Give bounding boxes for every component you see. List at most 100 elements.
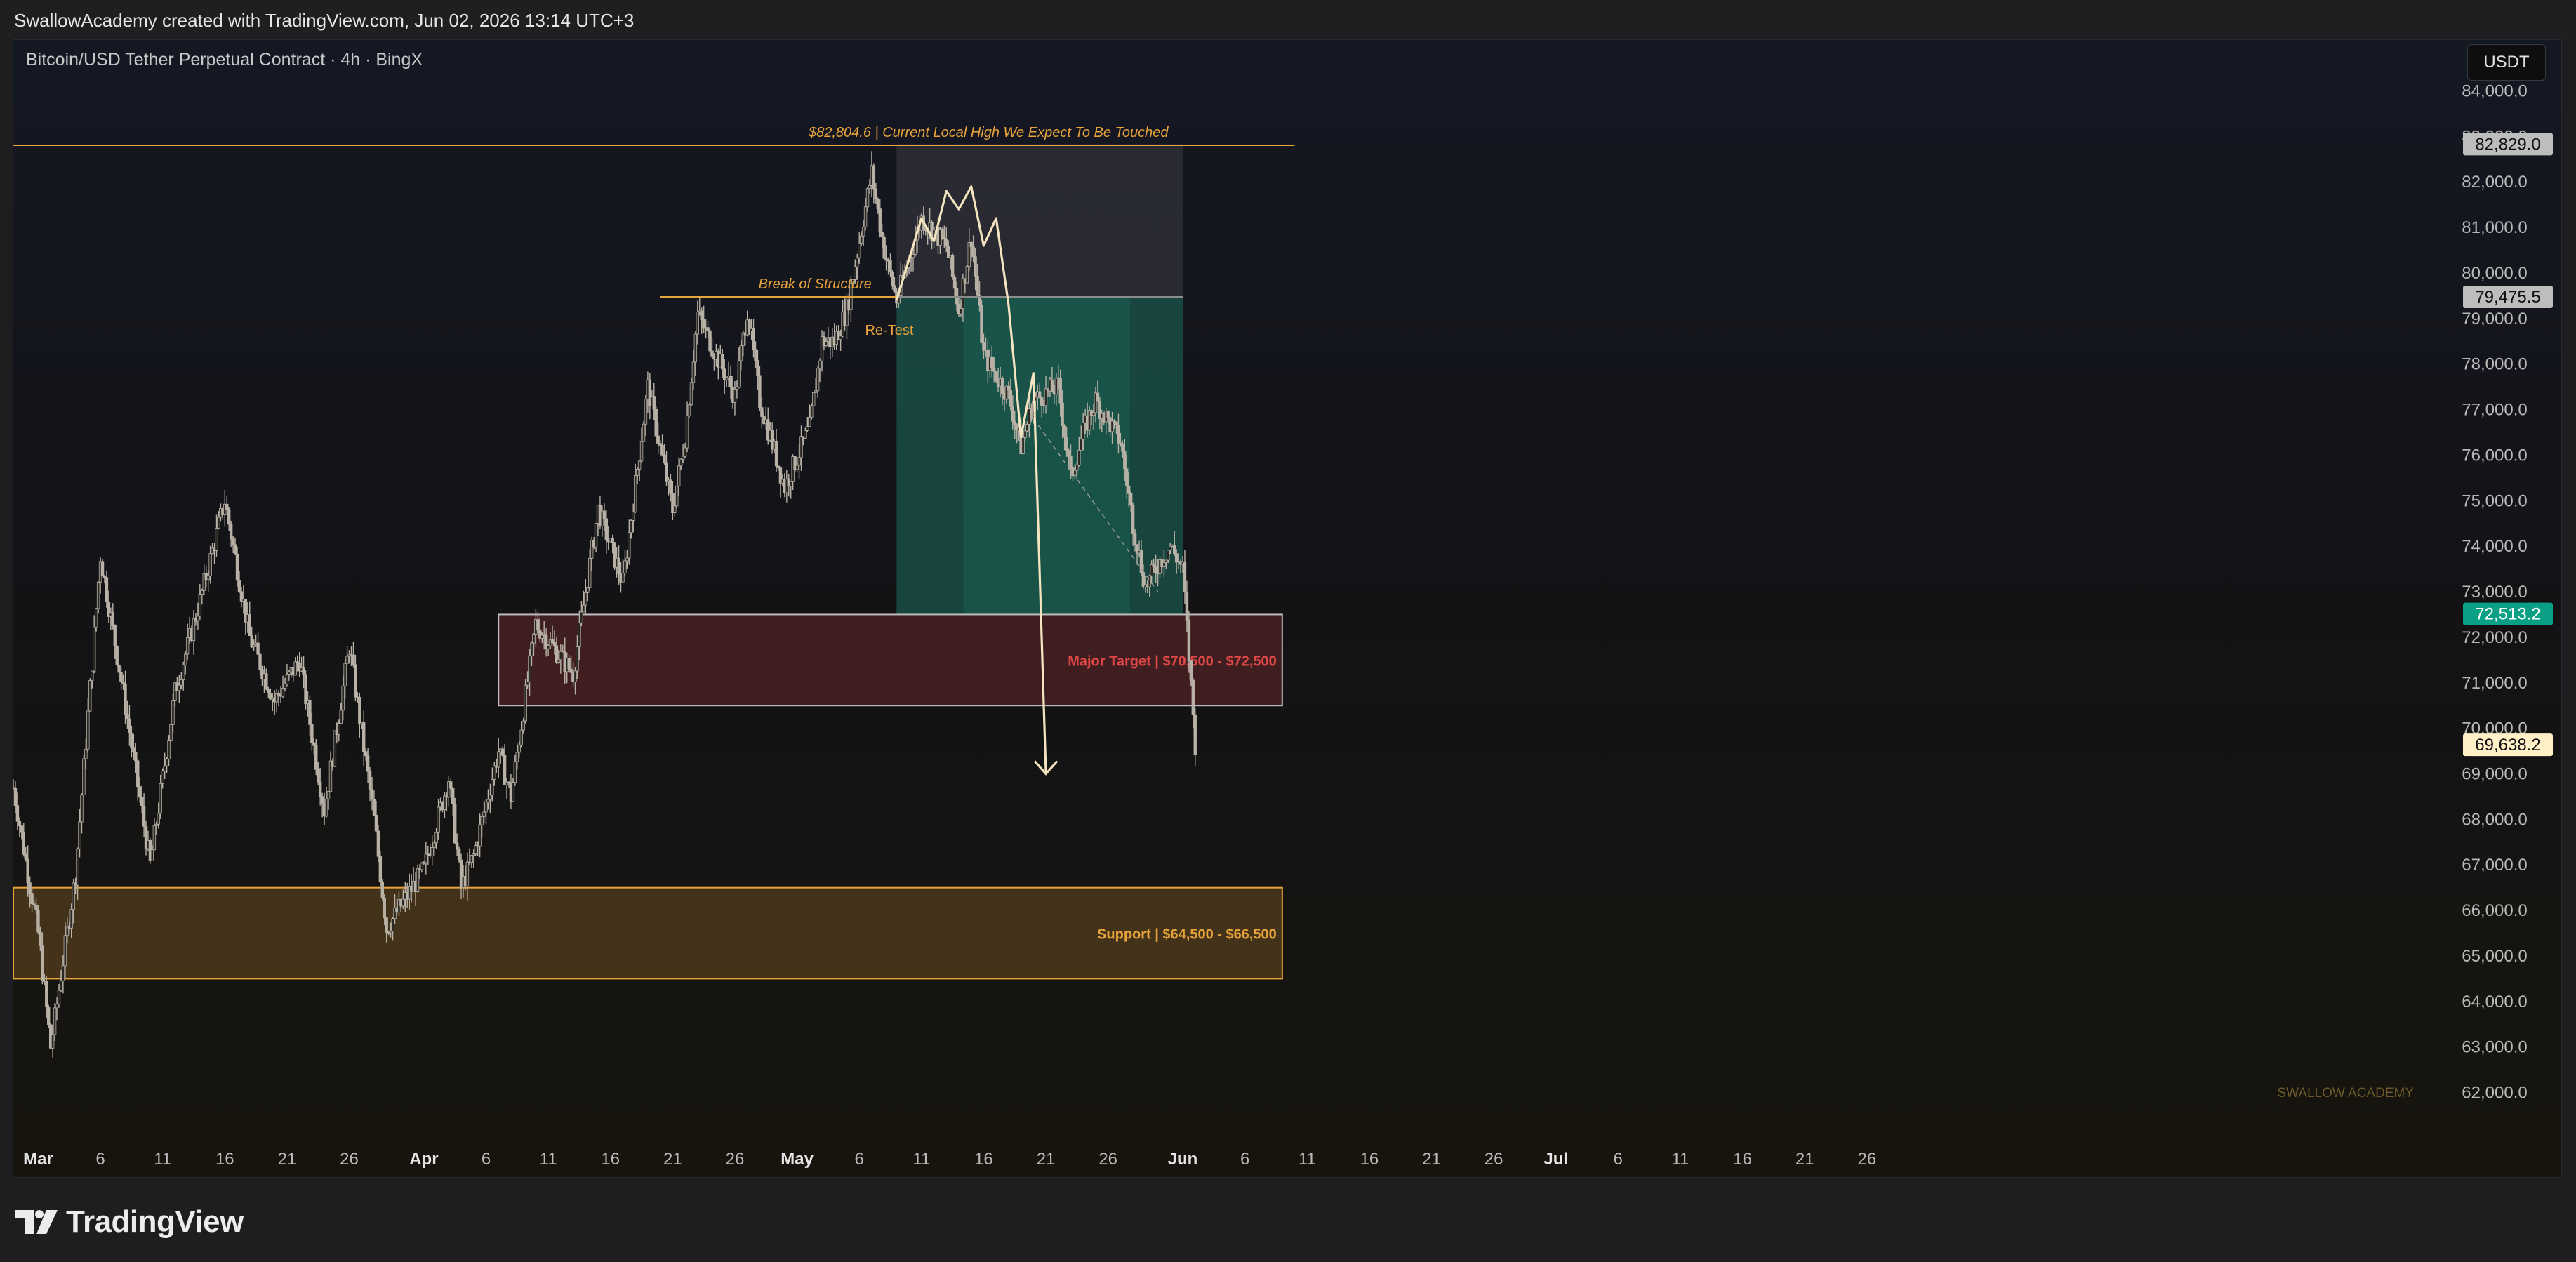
candle-body — [1110, 420, 1114, 432]
candle-body — [124, 683, 127, 715]
y-tick-label: 67,000.0 — [2462, 856, 2527, 875]
candle-body — [478, 824, 482, 847]
candle-body — [152, 825, 157, 851]
candle-body — [225, 503, 229, 510]
price-label-text: 69,638.2 — [2475, 736, 2540, 755]
y-tick-label: 62,000.0 — [2462, 1084, 2527, 1103]
candle-body — [142, 806, 146, 827]
candle-body — [36, 910, 40, 933]
candle-body — [15, 805, 20, 822]
candle-body — [1169, 545, 1172, 551]
candle-body — [824, 341, 828, 346]
candle-body — [1009, 390, 1013, 407]
candle-body — [795, 465, 799, 470]
candle-body — [180, 679, 183, 686]
candle-body — [884, 258, 888, 261]
candle-body — [858, 242, 861, 258]
candle-body — [310, 724, 314, 743]
candle-body — [182, 665, 185, 680]
currency-selector[interactable]: USDT — [2467, 44, 2546, 81]
x-tick-label: 16 — [1733, 1150, 1752, 1169]
candle-body — [13, 787, 18, 806]
candle-body — [18, 821, 22, 827]
candle-body — [248, 614, 251, 637]
candle-body — [552, 642, 557, 646]
candle-body — [86, 710, 90, 750]
candle-body — [861, 227, 865, 237]
candle-body — [20, 825, 24, 833]
y-tick-label: 84,000.0 — [2462, 81, 2527, 100]
candle-body — [685, 416, 689, 449]
candle-body — [891, 272, 894, 286]
support-zone[interactable] — [13, 886, 1283, 980]
candle-body — [669, 479, 672, 494]
candle-body — [358, 696, 361, 725]
symbol-title[interactable]: Bitcoin/USD Tether Perpetual Contract · … — [26, 50, 423, 70]
candle-body — [911, 254, 915, 258]
x-tick-label: 26 — [1098, 1150, 1117, 1169]
candle-body — [470, 855, 474, 863]
chart-panel[interactable]: Major Target | $70,500 - $72,500 Support … — [13, 39, 2562, 1178]
candle-body — [587, 557, 592, 588]
y-tick-label: 73,000.0 — [2462, 583, 2527, 602]
candle-body — [163, 765, 166, 771]
candle-body — [91, 670, 94, 682]
candle-body — [859, 235, 863, 244]
candle-body — [366, 755, 370, 772]
break-of-structure-label: Break of Structure — [759, 277, 872, 292]
candle-body — [874, 188, 878, 199]
candle-body — [424, 853, 428, 863]
candle-body — [1129, 493, 1133, 506]
candle-body — [51, 1034, 55, 1049]
candle-body — [343, 663, 347, 686]
candle-body — [1152, 564, 1155, 568]
candle-body — [69, 909, 73, 929]
candle-body — [159, 783, 162, 814]
candle-body — [1013, 420, 1016, 425]
y-tick-label: 77,000.0 — [2462, 401, 2527, 420]
candle-body — [806, 426, 809, 431]
candle-body — [185, 637, 190, 655]
x-tick-label: 26 — [726, 1150, 745, 1169]
candle-body — [455, 842, 459, 850]
y-tick-label: 64,000.0 — [2462, 992, 2527, 1011]
candle-body — [1174, 553, 1179, 563]
candle-body — [93, 627, 96, 672]
candle-body — [1154, 566, 1157, 573]
candle-body — [443, 795, 446, 811]
candle-body — [708, 330, 712, 352]
candle — [965, 265, 969, 284]
candle-body — [132, 747, 135, 752]
candle-body — [710, 350, 714, 357]
price-chart[interactable]: Major Target | $70,500 - $72,500 Support … — [13, 40, 2561, 1177]
candle-body — [63, 935, 67, 967]
candle-body — [656, 435, 660, 444]
y-tick-label: 78,000.0 — [2462, 355, 2527, 374]
candle-body — [449, 781, 453, 789]
candle-body — [1189, 660, 1193, 681]
candle-body — [673, 505, 677, 513]
candle-body — [522, 720, 525, 731]
candle-body — [136, 760, 140, 788]
candle-body — [486, 799, 490, 802]
candle-body — [416, 868, 420, 892]
candle — [812, 392, 816, 406]
candle-body — [663, 454, 666, 463]
candle — [82, 755, 86, 796]
x-tick-label: 11 — [912, 1150, 930, 1169]
x-tick-label: 26 — [1485, 1150, 1503, 1169]
x-tick-label: 26 — [340, 1150, 359, 1169]
candle-body — [1050, 380, 1054, 392]
candle-body — [111, 612, 114, 626]
candle-body — [1127, 485, 1131, 494]
price-label-text: 82,829.0 — [2475, 135, 2540, 154]
candle-body — [687, 404, 691, 416]
candle-body — [691, 361, 696, 383]
tradingview-logo[interactable]: TradingView — [15, 1204, 244, 1240]
candle-body — [317, 769, 320, 783]
candle-body — [739, 345, 743, 361]
candle-body — [752, 328, 755, 350]
support-label: Support | $64,500 - $66,500 — [1097, 927, 1277, 943]
candle-body — [267, 689, 270, 693]
candle-body — [513, 761, 517, 783]
